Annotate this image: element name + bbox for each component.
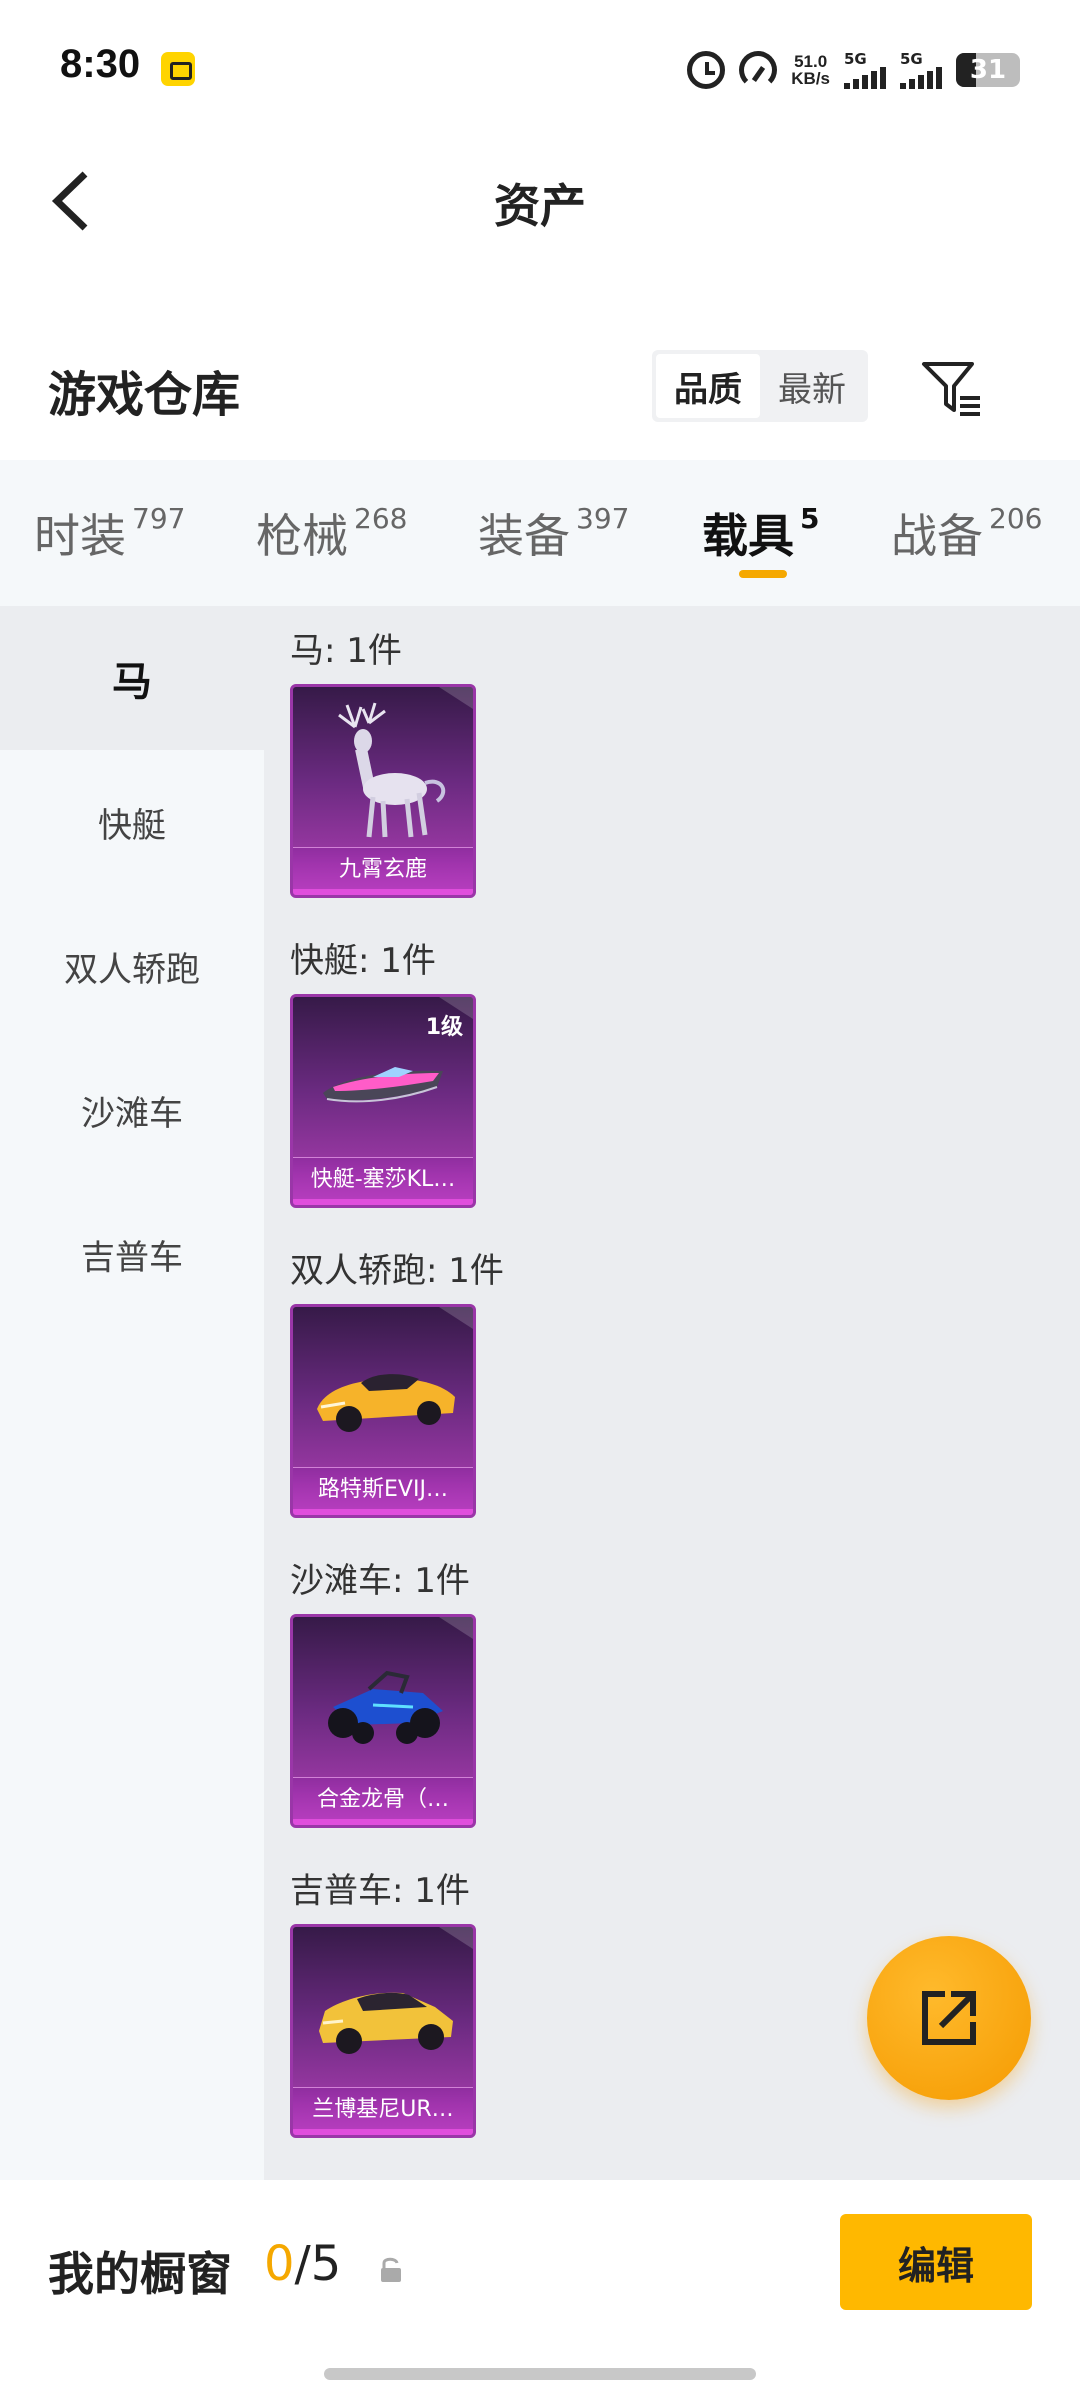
net-speed: 51.0 KB/s xyxy=(791,53,830,87)
tab-label: 时装 xyxy=(34,509,126,563)
status-icons: 51.0 KB/s 5G 5G 31 xyxy=(687,48,1020,92)
signal-icon: 5G xyxy=(900,51,942,89)
edit-button[interactable]: 编辑 xyxy=(840,2214,1032,2310)
buggy-image xyxy=(328,1670,443,1744)
item-group: 马: 1件 九霄玄鹿 xyxy=(290,626,476,898)
battery-icon: 31 xyxy=(956,53,1020,87)
tab-count: 797 xyxy=(132,502,186,535)
item-name: 路特斯EVIJ… xyxy=(318,1477,448,1502)
item-card[interactable]: 1级 快艇-塞莎KL… xyxy=(290,994,476,1208)
share-icon xyxy=(922,1991,976,2045)
tab-count: 206 xyxy=(989,502,1043,535)
item-card[interactable]: 九霄玄鹿 xyxy=(290,684,476,898)
item-group: 双人轿跑: 1件 路特斯EVIJ… xyxy=(290,1246,504,1518)
tab-label: 装备 xyxy=(478,509,570,563)
item-card[interactable]: 合金龙骨（… xyxy=(290,1614,476,1828)
group-title: 沙滩车: 1件 xyxy=(290,1561,470,1601)
net-speed-unit: KB/s xyxy=(791,69,830,88)
lock-icon xyxy=(381,2257,401,2282)
deer-image xyxy=(338,702,446,838)
showcase-bar: 我的橱窗 0/5 编辑 xyxy=(0,2180,1080,2400)
home-indicator xyxy=(324,2368,756,2380)
tab-label: 战备 xyxy=(891,509,983,563)
share-button[interactable] xyxy=(867,1936,1031,2100)
filter-icon[interactable] xyxy=(920,358,984,418)
item-card[interactable]: 兰博基尼UR… xyxy=(290,1924,476,2138)
showcase-current: 0 xyxy=(264,2236,295,2292)
showcase-count: 0/5 xyxy=(264,2236,341,2292)
tab-firearms[interactable]: 枪械 268 xyxy=(256,500,407,566)
subcategory-nav: 马 快艇 双人轿跑 沙滩车 吉普车 xyxy=(0,606,264,2180)
sort-toggle: 品质 最新 xyxy=(652,350,868,422)
page-title: 资产 xyxy=(494,179,586,233)
nav-item-horse[interactable]: 马 xyxy=(0,606,264,750)
suv-image xyxy=(319,1992,453,2054)
showcase-separator: / xyxy=(294,2236,311,2292)
nav-item-speedboat[interactable]: 快艇 xyxy=(0,750,264,894)
alarm-icon xyxy=(687,51,726,89)
item-group: 快艇: 1件 1级 快艇-塞莎KL… xyxy=(290,936,476,1208)
nav-item-coupe[interactable]: 双人轿跑 xyxy=(0,894,264,1038)
speedometer-icon xyxy=(739,51,778,89)
status-bar: 8:30 51.0 KB/s 5G 5G 31 xyxy=(0,0,1080,140)
item-name: 合金龙骨（… xyxy=(316,1787,449,1812)
warehouse-title: 游戏仓库 xyxy=(48,367,241,423)
tab-combat-gear[interactable]: 战备 206 xyxy=(891,500,1042,566)
tab-fashion[interactable]: 时装 797 xyxy=(34,500,185,566)
category-tabs: 时装 797 枪械 268 装备 397 载具 5 战备 206 xyxy=(0,460,1080,606)
nav-item-beach-buggy[interactable]: 沙滩车 xyxy=(0,1038,264,1182)
group-title: 马: 1件 xyxy=(290,631,402,671)
item-name: 九霄玄鹿 xyxy=(338,857,427,882)
item-group: 吉普车: 1件 兰博基尼UR… xyxy=(290,1866,476,2138)
showcase-total: 5 xyxy=(310,2236,342,2292)
group-title: 双人轿跑: 1件 xyxy=(290,1251,504,1291)
showcase-label: 我的橱窗 xyxy=(48,2247,232,2301)
tab-count: 5 xyxy=(800,502,820,535)
tab-count: 268 xyxy=(354,502,408,535)
tab-equipment[interactable]: 装备 397 xyxy=(478,500,629,566)
app-notification-icon xyxy=(161,52,195,86)
sort-by-quality[interactable]: 品质 xyxy=(656,354,760,418)
item-name: 兰博基尼UR… xyxy=(312,2097,454,2122)
sort-by-newest[interactable]: 最新 xyxy=(760,354,864,418)
sports-car-image xyxy=(317,1374,455,1432)
battery-level: 31 xyxy=(969,55,1007,85)
nav-item-jeep[interactable]: 吉普车 xyxy=(0,1182,264,1326)
active-tab-indicator xyxy=(739,570,787,578)
tab-label: 枪械 xyxy=(256,509,348,563)
item-level-badge: 1级 xyxy=(425,1015,463,1040)
warehouse-header: 游戏仓库 品质 最新 xyxy=(0,330,1080,450)
signal-icon: 5G xyxy=(844,51,886,89)
item-card[interactable]: 路特斯EVIJ… xyxy=(290,1304,476,1518)
sim1-network: 5G xyxy=(844,50,867,68)
sim2-network: 5G xyxy=(900,50,923,68)
tab-count: 397 xyxy=(576,502,630,535)
status-time: 8:30 xyxy=(60,42,141,86)
group-title: 吉普车: 1件 xyxy=(290,1871,470,1911)
group-title: 快艇: 1件 xyxy=(290,941,436,981)
item-group: 沙滩车: 1件 合金龙骨（… xyxy=(290,1556,476,1828)
tab-vehicles[interactable]: 载具 5 xyxy=(702,500,819,566)
app-header: 资产 xyxy=(0,140,1080,260)
tab-label: 载具 xyxy=(702,509,794,563)
item-name: 快艇-塞莎KL… xyxy=(310,1167,456,1192)
